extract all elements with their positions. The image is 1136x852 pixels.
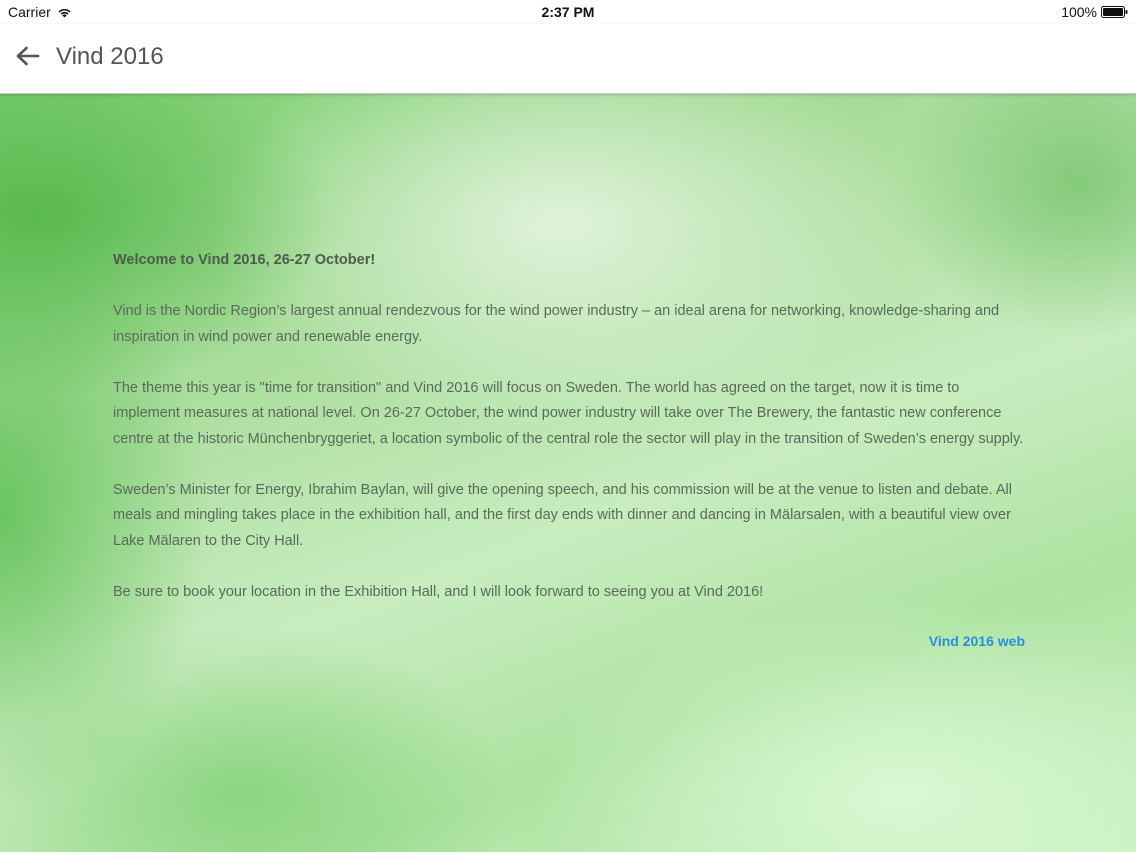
app-screen: Carrier 2:37 PM 100% Vind 2016 Welcome t… xyxy=(0,0,1136,852)
article-text: Welcome to Vind 2016, 26-27 October! Vin… xyxy=(113,248,1025,654)
status-right: 100% xyxy=(1061,4,1128,20)
page-title: Vind 2016 xyxy=(56,43,164,70)
status-time: 2:37 PM xyxy=(541,4,595,20)
status-bar: Carrier 2:37 PM 100% xyxy=(0,0,1136,24)
paragraph-minister: Sweden’s Minister for Energy, Ibrahim Ba… xyxy=(113,481,1012,549)
back-button[interactable] xyxy=(10,42,46,74)
navigation-bar: Vind 2016 xyxy=(0,24,1136,94)
battery-percent: 100% xyxy=(1061,4,1097,20)
paragraph-intro: Vind is the Nordic Region’s largest annu… xyxy=(113,303,1000,345)
content-area[interactable]: Welcome to Vind 2016, 26-27 October! Vin… xyxy=(0,94,1136,852)
paragraph-theme: The theme this year is "time for transit… xyxy=(113,379,1024,447)
welcome-heading: Welcome to Vind 2016, 26-27 October! xyxy=(113,252,376,268)
battery-icon xyxy=(1101,6,1128,18)
arrow-left-icon xyxy=(16,46,40,71)
paragraph-booking: Be sure to book your location in the Exh… xyxy=(113,583,764,600)
vind-web-link[interactable]: Vind 2016 web xyxy=(113,629,1025,655)
